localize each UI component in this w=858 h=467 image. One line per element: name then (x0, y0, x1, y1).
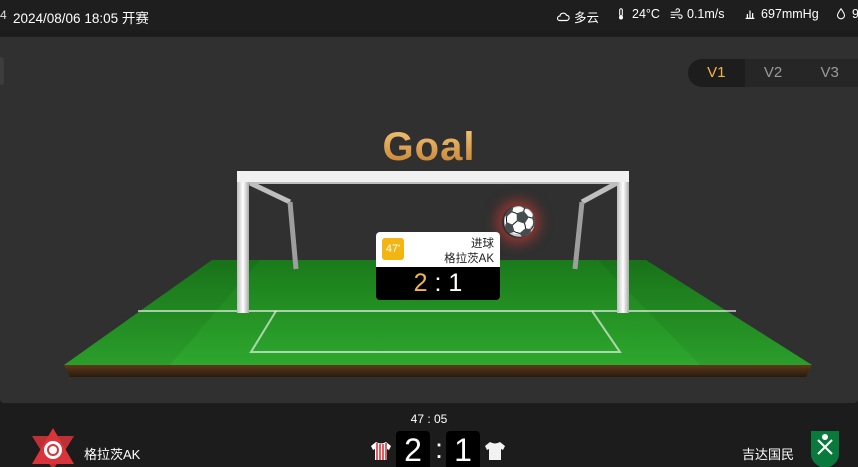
weather-wind: 0.1m/s (669, 7, 725, 21)
event-minute-badge: 47' (382, 238, 404, 260)
away-team-logo (811, 431, 839, 467)
goal-right-post (617, 171, 629, 313)
weather-humidity-label: 94 (852, 7, 858, 21)
weather-sky: 多云 (556, 7, 599, 26)
event-score-separator: : (434, 269, 442, 297)
weather-sky-label: 多云 (574, 11, 600, 25)
goal-crossbar (237, 171, 629, 182)
weather-humidity: 94 (834, 7, 858, 21)
event-team: 格拉茨AK (444, 253, 494, 265)
cloud-icon (556, 12, 570, 21)
weather-temperature: 24°C (614, 7, 660, 21)
pressure-icon (745, 10, 755, 19)
weather-pressure-label: 697mmHg (761, 7, 819, 21)
home-score: 2 (396, 431, 430, 467)
droplet-icon (836, 7, 846, 20)
top-bar: 4 2024/08/06 18:05 开赛 多云 24°C 0.1m/s 697… (0, 0, 858, 30)
goal-event-card: 47' 进球 格拉茨AK 2 : 1 (376, 232, 500, 300)
thermometer-icon (618, 8, 624, 20)
weather-pressure: 697mmHg (743, 7, 819, 21)
away-team-name: 吉达国民 (741, 447, 794, 462)
home-kit-icon (371, 442, 391, 460)
goal-title: Goal (0, 125, 858, 170)
weather-wind-label: 0.1m/s (687, 7, 725, 21)
event-score: 2 : 1 (376, 267, 500, 300)
match-clock: 47 : 05 (410, 412, 448, 426)
event-score-home: 2 (413, 269, 428, 297)
match-datetime: 2024/08/06 18:05 开赛 (13, 11, 149, 26)
event-type: 进球 (471, 238, 494, 250)
event-score-away: 1 (448, 269, 463, 297)
left-fragment: 4 (0, 8, 7, 22)
away-score: 1 (446, 431, 480, 467)
pitch-soil (64, 365, 812, 377)
home-team-logo (32, 428, 74, 467)
animation-stage: V1 V2 V3 Goal ⚽ 47' 进球 格拉茨AK 2: 1 (0, 37, 858, 403)
home-team-name: 格拉茨AK (84, 447, 141, 462)
goal-left-post (237, 171, 249, 313)
score-separator: : (435, 433, 443, 464)
event-info: 47' 进球 格拉茨AK (376, 232, 500, 267)
soccer-ball-icon: ⚽ (502, 206, 537, 237)
weather-temperature-label: 24°C (632, 7, 660, 21)
pitch-goal-graphic (64, 171, 812, 377)
scoreboard: 47 : 05 格拉茨AK 2 : 1 吉达国民 (0, 403, 858, 467)
wind-icon (670, 8, 683, 19)
away-kit-icon (485, 442, 505, 460)
